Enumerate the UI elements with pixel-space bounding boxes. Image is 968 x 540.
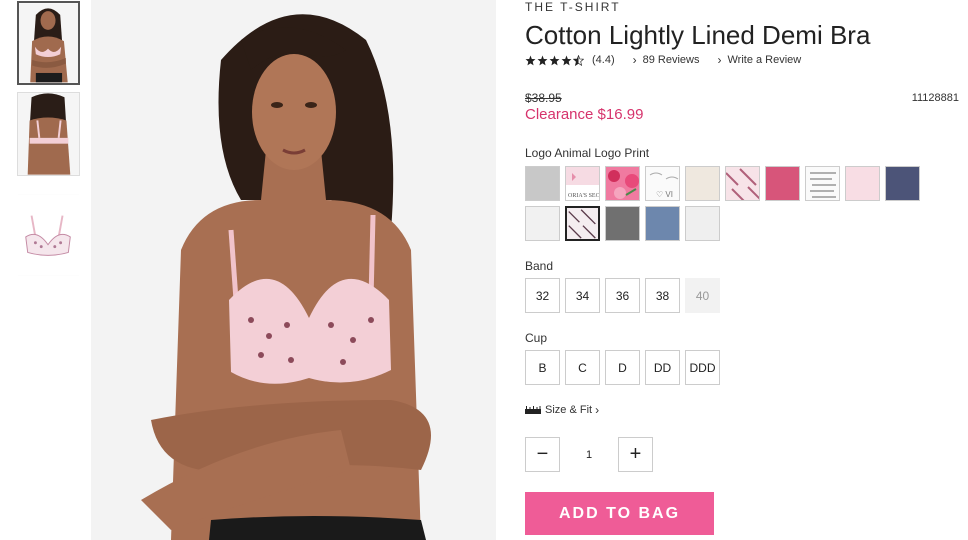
swatch-rose[interactable] [765,166,800,201]
swatch-pattern [567,208,598,239]
collection-name: THE T-SHIRT [525,0,621,14]
cup-option-d[interactable]: D [605,350,640,385]
svg-text:♡ VI: ♡ VI [656,190,673,199]
write-review-label: Write a Review [727,54,802,66]
cup-options: B C D DD DDD [525,350,720,385]
chevron-right-icon: › [632,53,637,67]
reviews-link[interactable]: › 89 Reviews [633,53,700,67]
cup-option-b[interactable]: B [525,350,560,385]
chevron-right-icon: › [595,403,600,417]
band-option-36[interactable]: 36 [605,278,640,313]
selected-color-label: Logo Animal Logo Print [525,146,650,160]
swatch-pattern [606,167,639,200]
cup-option-ddd[interactable]: DDD [685,350,720,385]
swatch-white[interactable] [525,206,560,241]
swatch-pattern: ORIA'S SEC [566,167,600,200]
size-fit-link[interactable]: Size & Fit › [525,403,605,417]
star-half-icon [573,54,584,66]
thumbnail-front[interactable] [17,1,80,85]
swatch-pattern [726,167,759,200]
band-option-32[interactable]: 32 [525,278,560,313]
swatch-pattern [806,167,839,200]
swatch-pattern: ♡ VI [646,167,679,200]
band-options: 32 34 36 38 40 [525,278,720,313]
star-rating [525,54,584,66]
thumbnail-front-image [19,3,78,83]
quantity-stepper: − 1 + [525,437,653,472]
product-sku: 11128881 [911,92,959,104]
band-option-40[interactable]: 40 [685,278,720,313]
quantity-increase-button[interactable]: + [618,437,653,472]
size-fit-label: Size & Fit [545,404,593,416]
swatch-pink-logo-print[interactable]: ORIA'S SEC [565,166,600,201]
star-full-icon [561,55,572,65]
swatch-pink-stripe-print[interactable] [725,166,760,201]
rating-row: (4.4) › 89 Reviews › Write a Review [525,53,801,67]
band-label: Band [525,259,554,273]
product-title: Cotton Lightly Lined Demi Bra [525,20,871,50]
thumbnail-back[interactable] [17,92,80,176]
rating-value: (4.4) [592,54,615,66]
product-details: THE T-SHIRT Cotton Lightly Lined Demi Br… [525,0,968,540]
swatch-white-script[interactable]: ♡ VI [645,166,680,201]
model-photo [91,0,496,540]
cup-option-c[interactable]: C [565,350,600,385]
swatch-off-white[interactable] [685,206,720,241]
swatch-denim-blue[interactable] [645,206,680,241]
swatch-light-pink[interactable] [845,166,880,201]
main-product-image [91,0,496,540]
star-full-icon [537,55,548,65]
swatch-charcoal[interactable] [605,206,640,241]
star-full-icon [549,55,560,65]
band-option-38[interactable]: 38 [645,278,680,313]
chevron-right-icon: › [717,53,722,67]
swatch-cream[interactable] [685,166,720,201]
add-to-bag-button[interactable]: ADD TO BAG [525,492,714,535]
quantity-value[interactable]: 1 [560,449,618,461]
swatch-logo-animal-print[interactable] [565,206,600,241]
cup-option-dd[interactable]: DD [645,350,680,385]
swatch-gray[interactable] [525,166,560,201]
svg-text:ORIA'S SEC: ORIA'S SEC [568,193,600,199]
quantity-decrease-button[interactable]: − [525,437,560,472]
thumbnail-product-image [18,194,79,276]
reviews-link-label: 89 Reviews [642,54,700,66]
swatch-white-logo-text[interactable] [805,166,840,201]
thumbnail-product[interactable] [17,193,80,277]
swatch-floral[interactable] [605,166,640,201]
cup-label: Cup [525,331,548,345]
original-price: $38.95 [525,91,562,105]
star-full-icon [525,55,536,65]
band-option-34[interactable]: 34 [565,278,600,313]
clearance-price: Clearance $16.99 [525,106,644,123]
write-review-link[interactable]: › Write a Review [717,53,801,67]
thumbnail-back-image [18,93,79,175]
ruler-icon [525,406,541,414]
swatch-navy-heather[interactable] [885,166,920,201]
